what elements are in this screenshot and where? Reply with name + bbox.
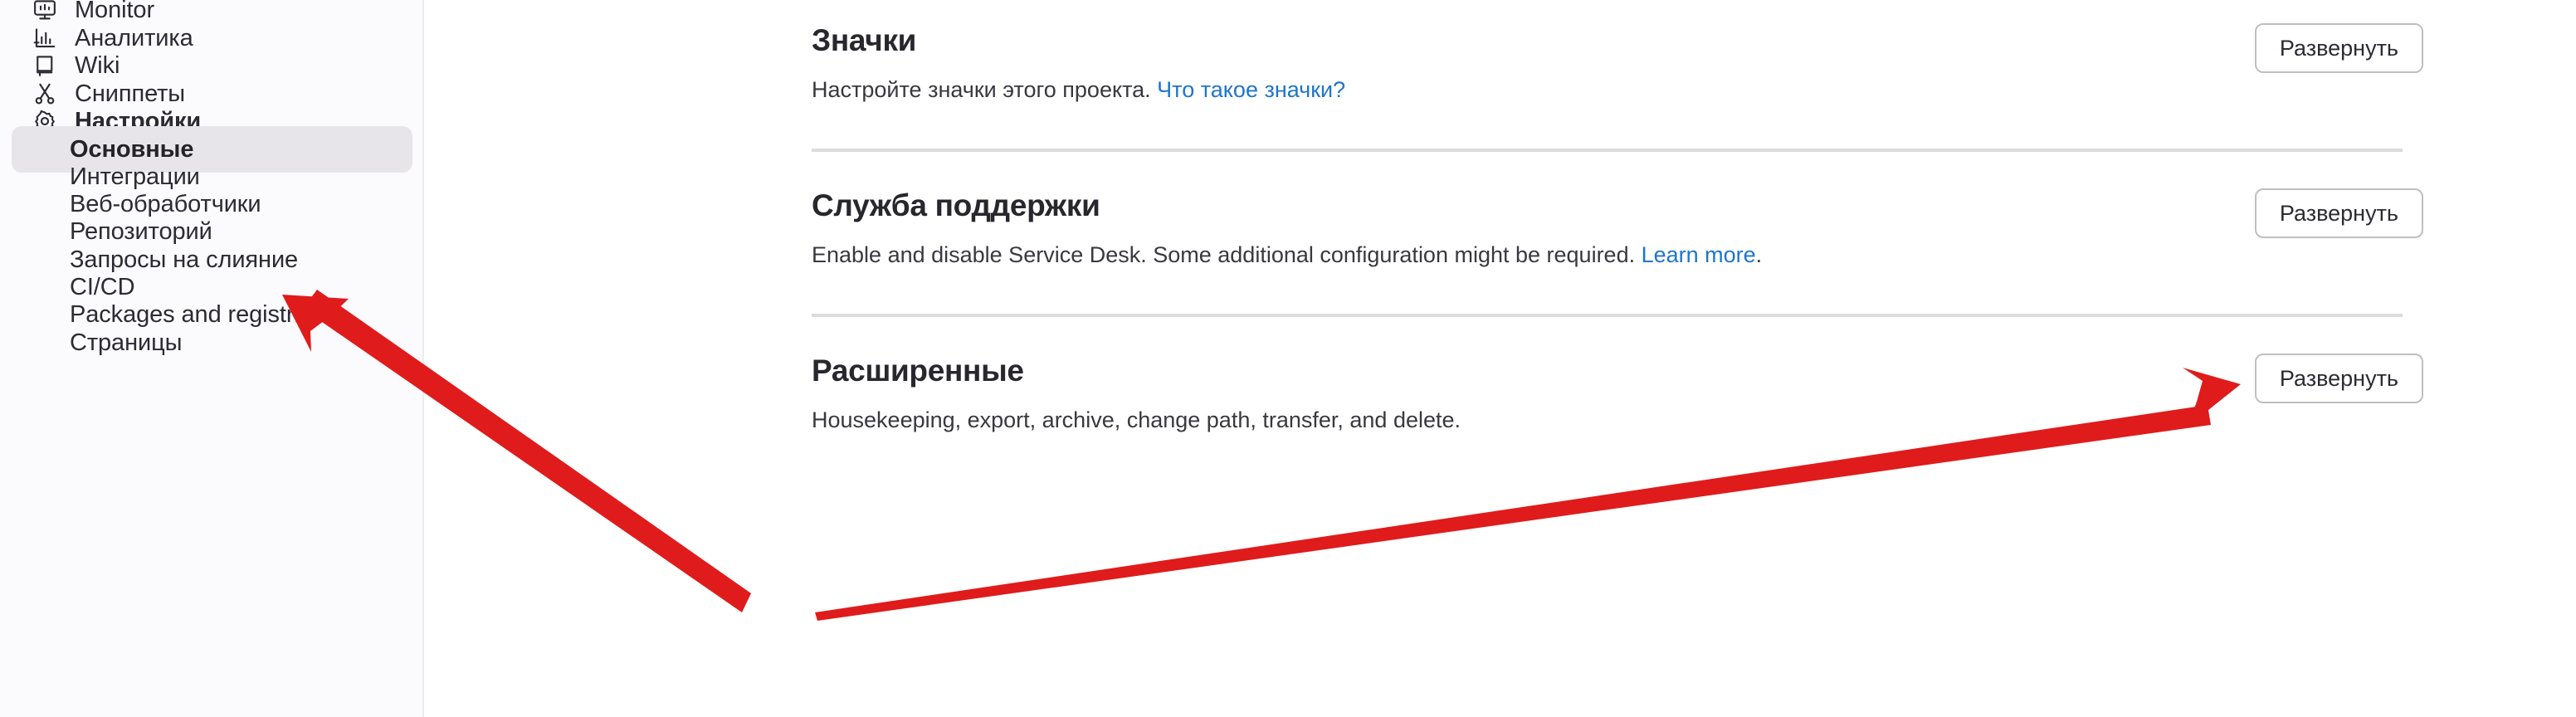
section-description-text: Enable and disable Service Desk. Some ad… xyxy=(812,242,1642,267)
app-screenshot: Monitor Аналитика Wiki Сниппеты Настройк… xyxy=(0,0,2576,717)
service-desk-learn-more-link[interactable]: Learn more xyxy=(1642,242,1756,267)
sidebar-item-label: Страницы xyxy=(70,329,183,356)
section-description-text: Настройте значки этого проекта. xyxy=(812,77,1158,102)
section-divider xyxy=(812,149,2403,152)
section-badges: Значки Настройте значки этого проекта. Ч… xyxy=(812,23,2405,103)
section-description: Enable and disable Service Desk. Some ad… xyxy=(812,242,2405,268)
section-description: Настройте значки этого проекта. Что тако… xyxy=(812,77,2405,103)
expand-button-advanced[interactable]: Развернуть xyxy=(2254,354,2423,403)
section-title: Расширенные xyxy=(812,354,1024,388)
settings-main-content: Значки Настройте значки этого проекта. Ч… xyxy=(424,0,2576,717)
sidebar-item-pages[interactable]: Страницы xyxy=(12,319,412,366)
section-service-desk: Служба поддержки Enable and disable Serv… xyxy=(812,188,2405,268)
badges-help-link[interactable]: Что такое значки? xyxy=(1157,77,1345,102)
section-description-suffix: . xyxy=(1755,242,1763,267)
section-title: Служба поддержки xyxy=(812,188,1100,222)
section-advanced: Расширенные Housekeeping, export, archiv… xyxy=(812,354,2405,433)
section-divider xyxy=(812,314,2403,317)
section-title: Значки xyxy=(812,23,917,57)
section-description: Housekeeping, export, archive, change pa… xyxy=(812,407,1461,432)
expand-button-service-desk[interactable]: Развернуть xyxy=(2254,188,2423,238)
expand-button-badges[interactable]: Развернуть xyxy=(2254,23,2423,73)
project-sidebar: Monitor Аналитика Wiki Сниппеты Настройк… xyxy=(0,0,424,717)
